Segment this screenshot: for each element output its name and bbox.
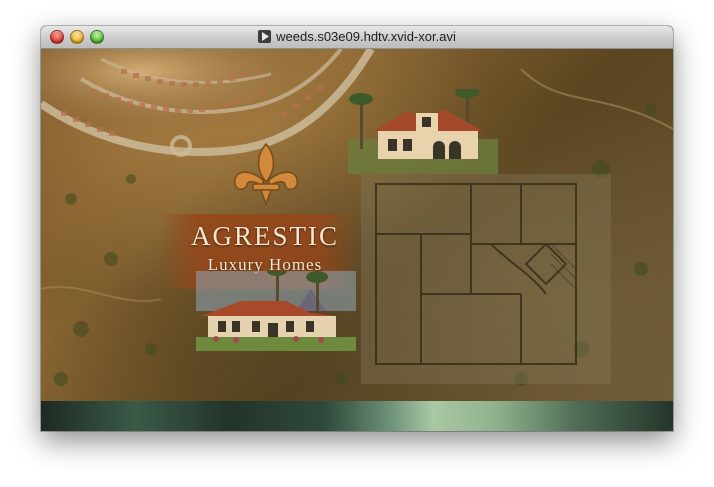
title-bar[interactable]: weeds.s03e09.hdtv.xvid-xor.avi [41, 26, 673, 49]
mansion-illustration [348, 89, 498, 174]
video-next-scene-strip [41, 401, 673, 431]
floor-plan-image [361, 174, 611, 384]
video-file-icon [258, 30, 272, 43]
window-title: weeds.s03e09.hdtv.xvid-xor.avi [276, 29, 456, 44]
window-title-area: weeds.s03e09.hdtv.xvid-xor.avi [41, 28, 673, 46]
brand-name: AGRESTIC [190, 221, 339, 251]
video-frame[interactable]: AGRESTIC Luxury Homes [41, 49, 673, 401]
player-window: weeds.s03e09.hdtv.xvid-xor.avi AGRESTIC … [41, 26, 673, 431]
fleur-de-lis-icon [234, 142, 298, 206]
house-illustration [196, 271, 356, 351]
